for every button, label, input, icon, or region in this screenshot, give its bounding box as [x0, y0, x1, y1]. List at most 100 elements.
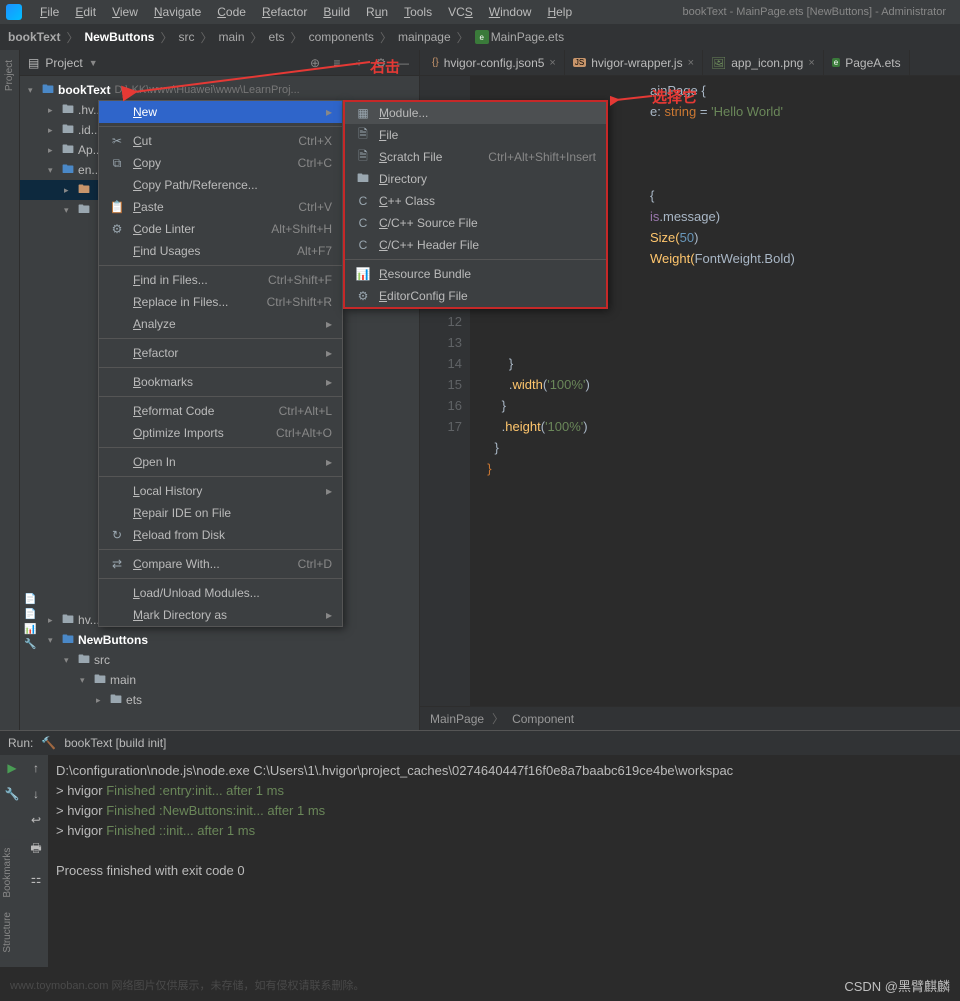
menu-item-find-in-files-[interactable]: Find in Files...Ctrl+Shift+F [99, 269, 342, 291]
pane-mini-icon[interactable]: 📊 [24, 624, 36, 635]
tree-item[interactable]: ▸🖿ets [20, 690, 419, 710]
context-menu-new[interactable]: ▦Module...🗎File🗎Scratch FileCtrl+Alt+Shi… [343, 100, 608, 309]
menu-item-c-c-source-file[interactable]: CC/C++ Source File [345, 212, 606, 234]
menu-item-bookmarks[interactable]: Bookmarks▸ [99, 371, 342, 393]
menu-item-directory[interactable]: 🖿Directory [345, 168, 606, 190]
menu-icon: ⇄ [109, 557, 125, 571]
menu-item-module-[interactable]: ▦Module... [345, 102, 606, 124]
menu-help[interactable]: Help [541, 3, 578, 21]
structure-tool-tab[interactable]: Structure [2, 912, 18, 953]
tab-pagea[interactable]: ePageA.ets [824, 50, 910, 75]
run-sec-tools: ↑ ↓ ↩ 🖶 ⚏ [24, 755, 48, 967]
crumb-ets[interactable]: ets [269, 30, 285, 44]
locate-icon[interactable]: ⊕ [307, 55, 323, 71]
pane-mini-icon[interactable]: 📄 [24, 609, 36, 620]
menu-item-resource-bundle[interactable]: 📊Resource Bundle [345, 263, 606, 285]
menu-item-paste[interactable]: 📋PasteCtrl+V [99, 196, 342, 218]
run-up-icon[interactable]: ↑ [33, 761, 39, 775]
tab-hvigor-wrapper[interactable]: JShvigor-wrapper.js× [565, 50, 703, 75]
tab-hvigor-config[interactable]: {}hvigor-config.json5× [424, 50, 565, 75]
menu-item-new[interactable]: New▸ [99, 101, 342, 123]
hide-icon[interactable]: — [395, 55, 411, 71]
menu-item-copy[interactable]: ⧉CopyCtrl+C [99, 152, 342, 174]
run-tool-icon[interactable]: 🔧 [5, 787, 20, 801]
menu-item-reformat-code[interactable]: Reformat CodeCtrl+Alt+L [99, 400, 342, 422]
menu-item-editorconfig-file[interactable]: ⚙EditorConfig File [345, 285, 606, 307]
menu-item-file[interactable]: 🗎File [345, 124, 606, 146]
menu-item-c-class[interactable]: CC++ Class [345, 190, 606, 212]
menu-icon: ▦ [355, 106, 371, 120]
menu-item-scratch-file[interactable]: 🗎Scratch FileCtrl+Alt+Shift+Insert [345, 146, 606, 168]
run-label: Run: [8, 736, 33, 750]
menu-item-compare-with-[interactable]: ⇄Compare With...Ctrl+D [99, 553, 342, 575]
menu-item-load-unload-modules-[interactable]: Load/Unload Modules... [99, 582, 342, 604]
nav-breadcrumb: bookText〉 NewButtons〉 src〉 main〉 ets〉 co… [0, 24, 960, 50]
menu-item-reload-from-disk[interactable]: ↻Reload from Disk [99, 524, 342, 546]
menu-refactor[interactable]: Refactor [256, 3, 313, 21]
tab-app-icon[interactable]: 🖼app_icon.png× [703, 50, 824, 75]
menu-tools[interactable]: Tools [398, 3, 438, 21]
close-icon[interactable]: × [808, 57, 814, 69]
menu-item-cut[interactable]: ✂CutCtrl+X [99, 130, 342, 152]
crumb-components[interactable]: components [309, 30, 374, 44]
collapse-icon[interactable]: ÷ [351, 55, 367, 71]
run-print-icon[interactable]: 🖶 [30, 839, 41, 860]
menu-navigate[interactable]: Navigate [148, 3, 207, 21]
menu-item-local-history[interactable]: Local History▸ [99, 480, 342, 502]
menu-item-refactor[interactable]: Refactor▸ [99, 342, 342, 364]
pane-mini-icon[interactable]: 🔧 [24, 639, 36, 650]
menu-item-c-c-header-file[interactable]: CC/C++ Header File [345, 234, 606, 256]
run-play-icon[interactable]: ▶ [7, 761, 16, 775]
window-title: bookText - MainPage.ets [NewButtons] - A… [682, 6, 954, 18]
crumb-module[interactable]: NewButtons [84, 30, 154, 44]
menu-file[interactable]: File [34, 3, 65, 21]
settings-icon[interactable]: ⚙ [373, 55, 389, 71]
expand-icon[interactable]: ≡ [329, 55, 345, 71]
bookmarks-tool-tab[interactable]: Bookmarks [2, 848, 18, 898]
menu-build[interactable]: Build [317, 3, 356, 21]
crumb-mainpage[interactable]: mainpage [398, 30, 451, 44]
menu-item-analyze[interactable]: Analyze▸ [99, 313, 342, 335]
crumb-src[interactable]: src [178, 30, 194, 44]
pane-mini-icon[interactable]: 📄 [24, 594, 36, 605]
run-down-icon[interactable]: ↓ [33, 787, 39, 801]
run-filter-icon[interactable]: ⚏ [31, 872, 42, 886]
menu-view[interactable]: View [106, 3, 144, 21]
close-icon[interactable]: × [549, 57, 555, 69]
crumb-main[interactable]: main [219, 30, 245, 44]
crumb-file[interactable]: MainPage.ets [491, 30, 564, 44]
run-output[interactable]: D:\configuration\node.js\node.exe C:\Use… [48, 755, 960, 967]
menu-item-mark-directory-as[interactable]: Mark Directory as▸ [99, 604, 342, 626]
left-bottom-tabs: Structure Bookmarks [0, 840, 20, 961]
tree-newbuttons[interactable]: ▾🖿NewButtons [20, 630, 419, 650]
run-config[interactable]: bookText [build init] [64, 736, 166, 750]
menu-item-repair-ide-on-file[interactable]: Repair IDE on File [99, 502, 342, 524]
crumb-root[interactable]: bookText [8, 30, 60, 44]
menu-icon: 🖿 [355, 169, 371, 190]
menu-edit[interactable]: Edit [69, 3, 102, 21]
tree-root[interactable]: ▾🖿bookText D:\ KK\www\Huawei\www\LearnPr… [20, 80, 419, 100]
watermark-footer: www.toymoban.com 网络图片仅供展示，未存储，如有侵权请联系删除。 [10, 977, 364, 993]
menu-item-replace-in-files-[interactable]: Replace in Files...Ctrl+Shift+R [99, 291, 342, 313]
menu-item-open-in[interactable]: Open In▸ [99, 451, 342, 473]
context-menu-main[interactable]: New▸ ✂CutCtrl+X⧉CopyCtrl+CCopy Path/Refer… [98, 100, 343, 627]
menubar: File Edit View Navigate Code Refactor Bu… [0, 0, 960, 24]
menu-code[interactable]: Code [211, 3, 252, 21]
tree-item[interactable]: ▾🖿src [20, 650, 419, 670]
menu-vcs[interactable]: VCS [442, 3, 479, 21]
close-icon[interactable]: × [688, 57, 694, 69]
menu-run[interactable]: Run [360, 3, 394, 21]
pane-title[interactable]: Project [45, 56, 82, 70]
menu-icon: ⧉ [109, 156, 125, 171]
menu-item-code-linter[interactable]: ⚙Code LinterAlt+Shift+H [99, 218, 342, 240]
menu-item-optimize-imports[interactable]: Optimize ImportsCtrl+Alt+O [99, 422, 342, 444]
tree-item[interactable]: ▾🖿main [20, 670, 419, 690]
crumb-component[interactable]: Component [512, 712, 574, 726]
project-tool-tab[interactable]: Project [4, 56, 15, 95]
app-icon [6, 4, 22, 20]
run-wrap-icon[interactable]: ↩ [31, 813, 41, 827]
crumb-class[interactable]: MainPage [430, 712, 484, 726]
menu-item-find-usages[interactable]: Find UsagesAlt+F7 [99, 240, 342, 262]
menu-window[interactable]: Window [483, 3, 538, 21]
menu-item-copy-path-reference-[interactable]: Copy Path/Reference... [99, 174, 342, 196]
